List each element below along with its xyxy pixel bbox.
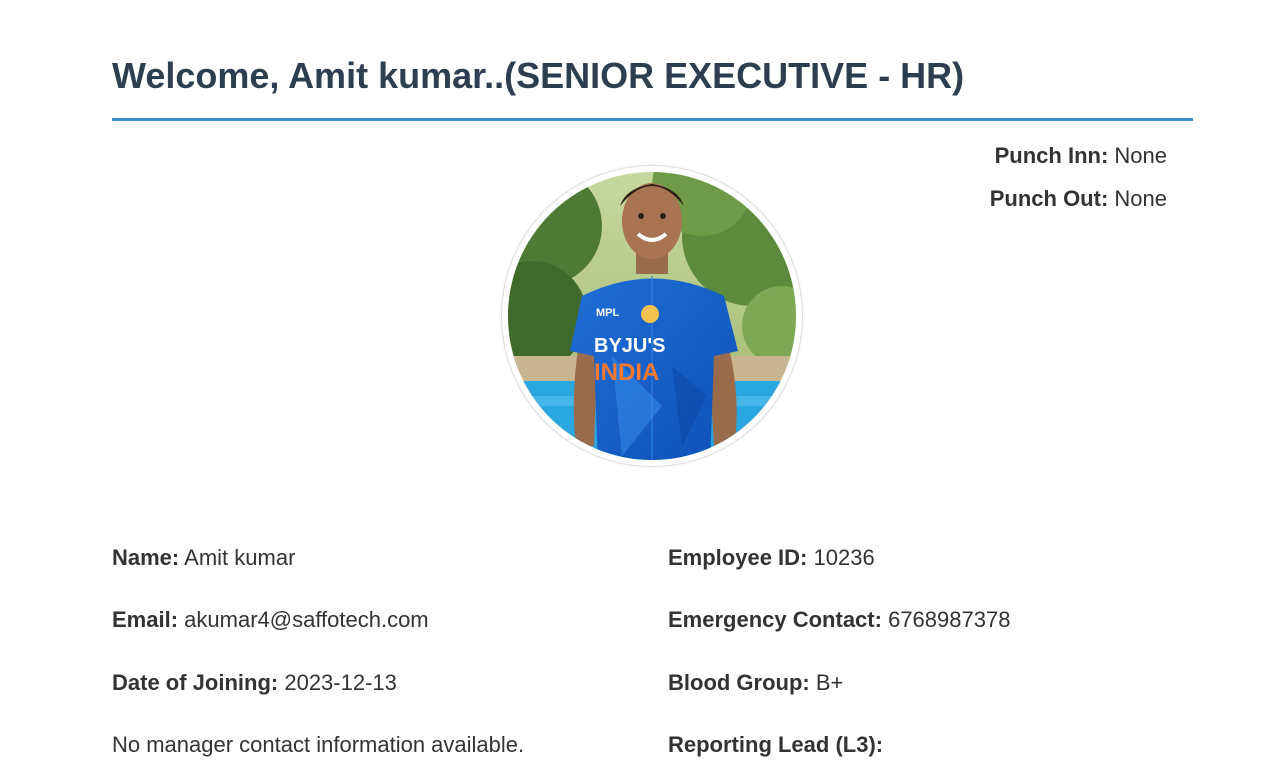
date-of-joining-field: Date of Joining: 2023-12-13 bbox=[112, 670, 397, 696]
employee-dashboard: Welcome, Amit kumar..(SENIOR EXECUTIVE -… bbox=[0, 0, 1281, 783]
reporting-lead-field: Reporting Lead (L3): bbox=[668, 732, 883, 758]
title-divider bbox=[112, 118, 1193, 121]
name-label: Name: bbox=[112, 545, 180, 570]
punch-in-value: None bbox=[1114, 143, 1167, 168]
jersey-sponsor-text: BYJU'S bbox=[594, 335, 665, 357]
blood-group-field: Blood Group: B+ bbox=[668, 670, 843, 696]
punch-out-value: None bbox=[1114, 186, 1167, 211]
punch-out-label: Punch Out: bbox=[989, 186, 1109, 211]
emergency-contact-field: Emergency Contact: 6768987378 bbox=[668, 607, 1010, 633]
profile-avatar: MPL BYJU'S INDIA bbox=[502, 166, 802, 466]
employee-id-field: Employee ID: 10236 bbox=[668, 545, 875, 571]
email-value: akumar4@saffotech.com bbox=[184, 607, 429, 632]
punch-out-status: Punch Out: None bbox=[990, 186, 1167, 212]
email-label: Email: bbox=[112, 607, 179, 632]
emergency-contact-value: 6768987378 bbox=[888, 607, 1011, 632]
name-value: Amit kumar bbox=[184, 545, 296, 570]
name-field: Name: Amit kumar bbox=[112, 545, 295, 571]
profile-photo: MPL BYJU'S INDIA bbox=[508, 172, 796, 460]
blood-group-label: Blood Group: bbox=[668, 670, 810, 695]
punch-in-status: Punch Inn: None bbox=[995, 143, 1167, 169]
date-of-joining-value: 2023-12-13 bbox=[284, 670, 397, 695]
emergency-contact-label: Emergency Contact: bbox=[668, 607, 882, 632]
blood-group-value: B+ bbox=[815, 670, 844, 695]
jersey-brand-text: MPL bbox=[596, 307, 620, 319]
page-title: Welcome, Amit kumar..(SENIOR EXECUTIVE -… bbox=[112, 55, 965, 96]
employee-id-label: Employee ID: bbox=[668, 545, 808, 570]
jersey-team-text: INDIA bbox=[594, 359, 659, 386]
punch-in-label: Punch Inn: bbox=[994, 143, 1109, 168]
manager-contact-note: No manager contact information available… bbox=[112, 732, 525, 757]
email-field: Email: akumar4@saffotech.com bbox=[112, 607, 429, 633]
employee-id-value: 10236 bbox=[813, 545, 875, 570]
date-of-joining-label: Date of Joining: bbox=[112, 670, 279, 695]
reporting-lead-label: Reporting Lead (L3): bbox=[668, 732, 884, 757]
